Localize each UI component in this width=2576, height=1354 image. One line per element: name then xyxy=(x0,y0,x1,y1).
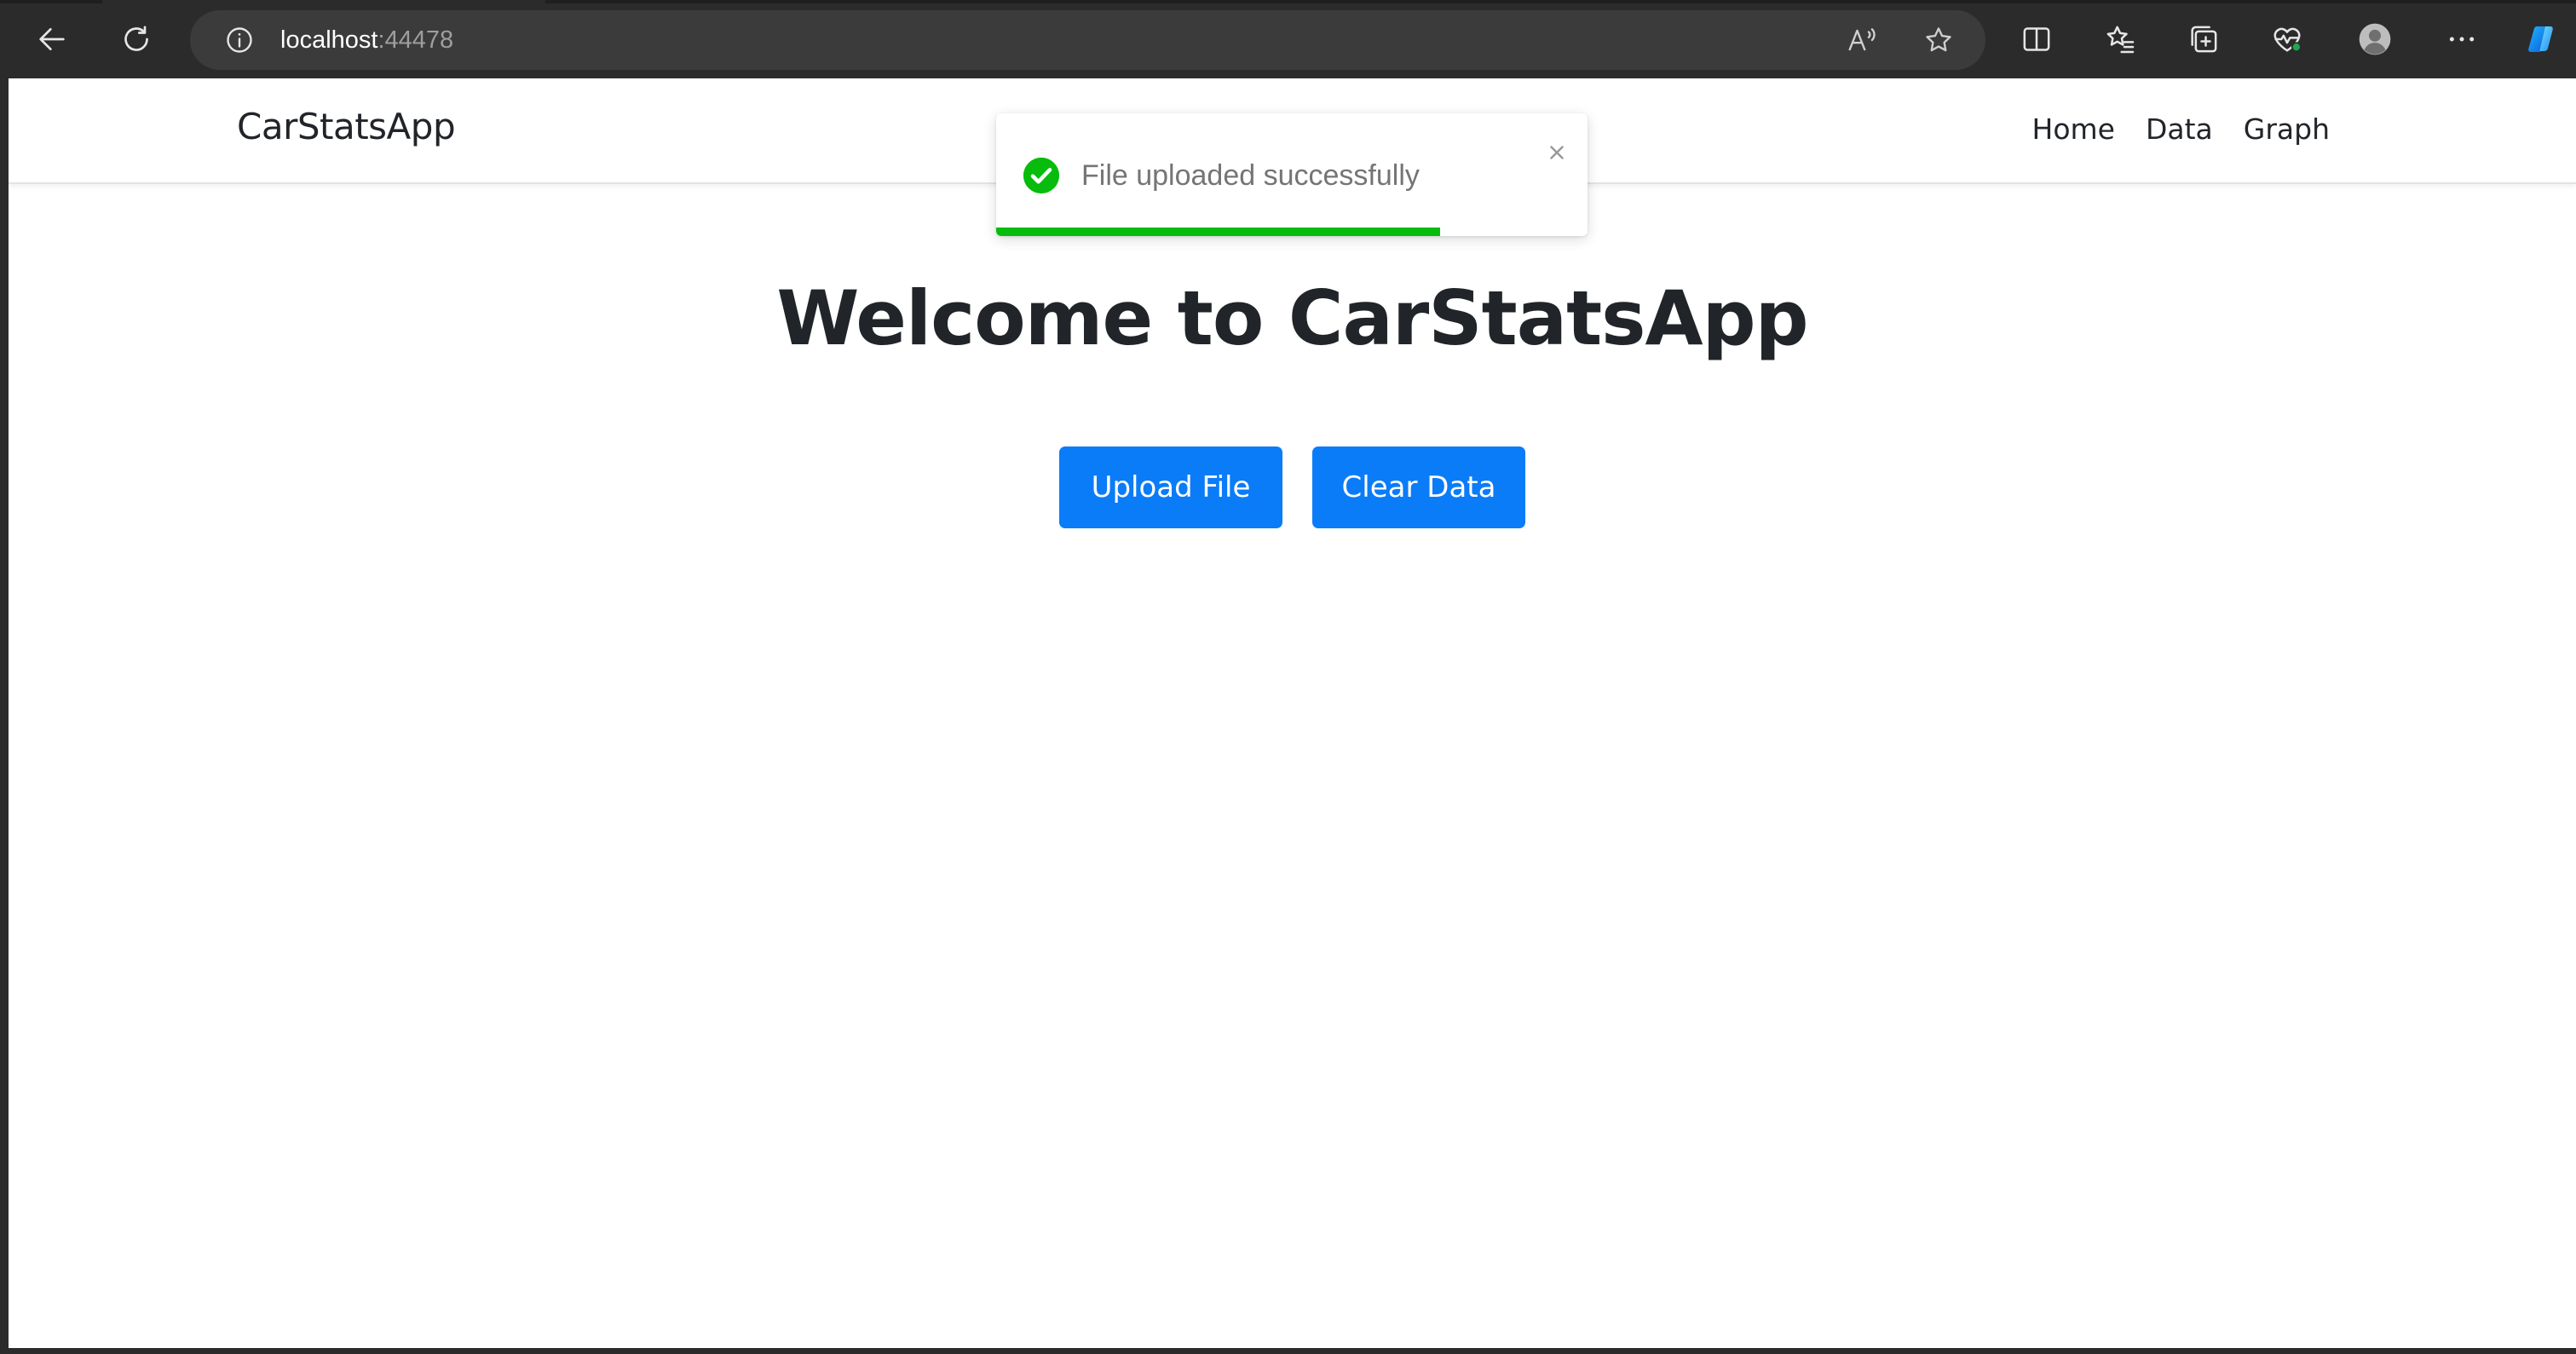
nav-home-link[interactable]: Home xyxy=(2032,112,2115,146)
brand-link[interactable]: CarStatsApp xyxy=(237,106,456,147)
read-aloud-icon[interactable] xyxy=(1845,23,1879,57)
tab-strip-indicator xyxy=(545,0,2576,3)
browser-essentials-button[interactable] xyxy=(2258,10,2316,68)
site-info-icon[interactable] xyxy=(222,23,256,57)
collections-button[interactable] xyxy=(2175,10,2233,68)
more-options-button[interactable] xyxy=(2433,10,2491,68)
copilot-button[interactable] xyxy=(2512,10,2570,68)
profile-button[interactable] xyxy=(2346,10,2404,68)
favorites-list-icon xyxy=(2106,26,2135,54)
address-bar[interactable]: localhost:44478 xyxy=(190,10,1985,70)
toast-message: File uploaded successfully xyxy=(1081,159,1420,192)
success-toast: File uploaded successfully xyxy=(996,113,1588,236)
refresh-button[interactable] xyxy=(107,10,165,68)
url-port: :44478 xyxy=(377,26,454,54)
url-host: localhost xyxy=(280,26,378,54)
avatar-icon xyxy=(2359,23,2391,55)
browser-toolbar: localhost:44478 xyxy=(0,0,2576,78)
arrow-left-icon xyxy=(39,28,65,51)
refresh-icon xyxy=(124,26,148,51)
split-screen-button[interactable] xyxy=(2008,10,2066,68)
page-viewport: CarStatsApp Home Data Graph Welcome to C… xyxy=(9,78,2576,1348)
back-button[interactable] xyxy=(23,10,81,68)
page-title: Welcome to CarStatsApp xyxy=(776,274,1808,362)
clear-data-button[interactable]: Clear Data xyxy=(1312,447,1525,528)
favorite-star-icon[interactable] xyxy=(1922,23,1956,57)
check-circle-icon xyxy=(1023,157,1060,194)
toast-progress-bar xyxy=(996,228,1440,236)
nav-graph-link[interactable]: Graph xyxy=(2244,112,2330,146)
upload-file-button[interactable]: Upload File xyxy=(1059,447,1282,528)
heart-pulse-icon xyxy=(2273,27,2302,53)
close-icon xyxy=(1550,146,1564,159)
nav-data-link[interactable]: Data xyxy=(2146,112,2213,146)
collections-icon xyxy=(2191,26,2217,53)
url-text[interactable]: localhost:44478 xyxy=(280,26,453,55)
split-screen-icon xyxy=(2023,27,2050,51)
ellipsis-icon xyxy=(2449,37,2475,42)
copilot-icon xyxy=(2528,26,2553,52)
toast-close-button[interactable] xyxy=(1542,137,1572,168)
tab-strip-indicator xyxy=(0,0,102,3)
favorites-button[interactable] xyxy=(2091,10,2149,68)
nav-links: Home Data Graph xyxy=(2032,112,2330,146)
